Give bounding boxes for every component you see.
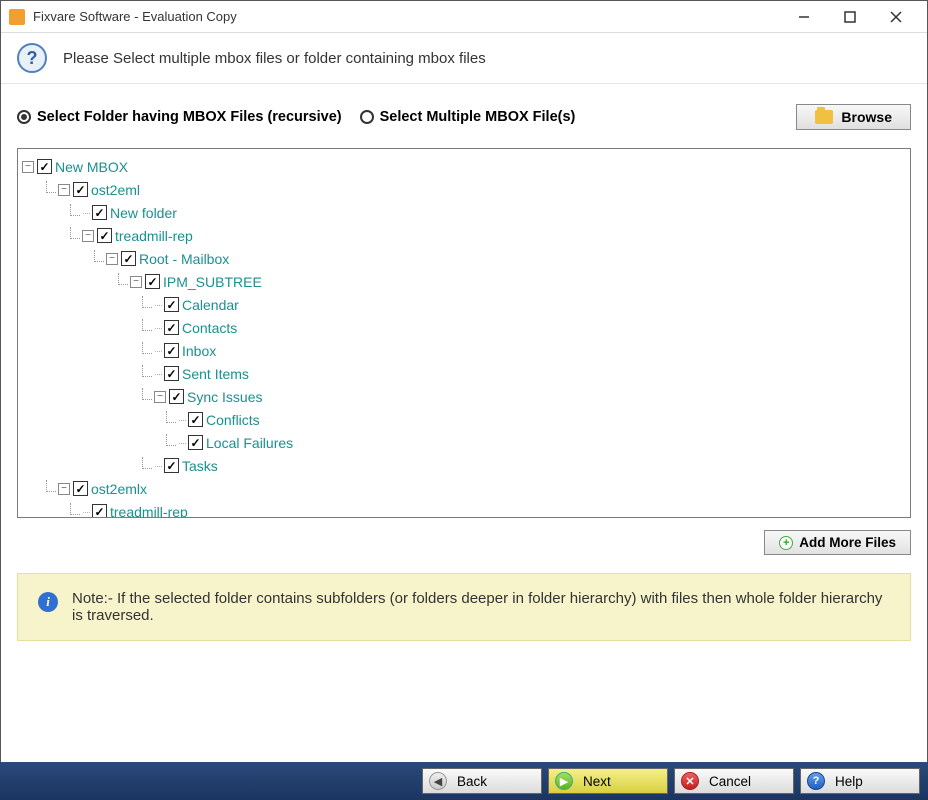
tree-label[interactable]: Root - Mailbox bbox=[139, 251, 229, 267]
tree-checkbox[interactable] bbox=[121, 251, 136, 266]
tree-label[interactable]: Calendar bbox=[182, 297, 239, 313]
tree-label[interactable]: Local Failures bbox=[206, 435, 293, 451]
tree-label[interactable]: New folder bbox=[110, 205, 177, 221]
tree-node: ····treadmill-rep bbox=[70, 500, 906, 518]
next-label: Next bbox=[583, 774, 611, 789]
tree-node: − ost2emlx ····treadmill-rep bbox=[46, 477, 906, 518]
add-more-label: Add More Files bbox=[799, 535, 896, 550]
next-arrow-icon: ▶ bbox=[555, 772, 573, 790]
radio-folder-label: Select Folder having MBOX Files (recursi… bbox=[37, 109, 342, 125]
tree-node: −ost2eml····New folder−treadmill-rep−Roo… bbox=[46, 178, 906, 477]
close-icon bbox=[890, 11, 902, 23]
tree-checkbox[interactable] bbox=[188, 435, 203, 450]
tree-checkbox[interactable] bbox=[37, 159, 52, 174]
help-label: Help bbox=[835, 774, 863, 789]
tree-node: ····Local Failures bbox=[166, 431, 906, 454]
tree-checkbox[interactable] bbox=[97, 228, 112, 243]
instruction-bar: ? Please Select multiple mbox files or f… bbox=[1, 33, 927, 84]
tree-node: ····Tasks bbox=[142, 454, 906, 477]
question-icon: ? bbox=[17, 43, 47, 73]
tree-label[interactable]: treadmill-rep bbox=[115, 228, 193, 244]
tree-label[interactable]: Conflicts bbox=[206, 412, 260, 428]
tree-node: −IPM_SUBTREE····Calendar····Contacts····… bbox=[118, 270, 906, 477]
cancel-label: Cancel bbox=[709, 774, 751, 789]
tree-label[interactable]: Inbox bbox=[182, 343, 216, 359]
tree-checkbox[interactable] bbox=[164, 297, 179, 312]
tree-toggle[interactable]: − bbox=[58, 184, 70, 196]
info-icon: i bbox=[38, 592, 58, 612]
tree-label[interactable]: ost2emlx bbox=[91, 481, 147, 497]
tree-node: ····Conflicts bbox=[166, 408, 906, 431]
tree-checkbox[interactable] bbox=[169, 389, 184, 404]
tree-checkbox[interactable] bbox=[73, 481, 88, 496]
tree-checkbox[interactable] bbox=[164, 343, 179, 358]
tree-label[interactable]: Contacts bbox=[182, 320, 237, 336]
bottom-bar: ◀ Back ▶ Next ✕ Cancel ? Help bbox=[0, 762, 928, 800]
back-arrow-icon: ◀ bbox=[429, 772, 447, 790]
option-row: Select Folder having MBOX Files (recursi… bbox=[17, 104, 911, 130]
cancel-button[interactable]: ✕ Cancel bbox=[674, 768, 794, 794]
instruction-text: Please Select multiple mbox files or fol… bbox=[63, 50, 486, 67]
tree-node: −New MBOX−ost2eml····New folder−treadmil… bbox=[22, 155, 906, 518]
window-title: Fixvare Software - Evaluation Copy bbox=[33, 9, 781, 24]
maximize-button[interactable] bbox=[827, 1, 873, 33]
back-label: Back bbox=[457, 774, 487, 789]
tree-toggle[interactable]: − bbox=[106, 253, 118, 265]
app-icon bbox=[9, 9, 25, 25]
help-q-icon: ? bbox=[807, 772, 825, 790]
radio-files-label: Select Multiple MBOX File(s) bbox=[380, 109, 576, 125]
tree-toggle[interactable]: − bbox=[154, 391, 166, 403]
tree-checkbox[interactable] bbox=[92, 205, 107, 220]
tree-checkbox[interactable] bbox=[164, 458, 179, 473]
cancel-x-icon: ✕ bbox=[681, 772, 699, 790]
tree-checkbox[interactable] bbox=[73, 182, 88, 197]
tree-label[interactable]: ost2eml bbox=[91, 182, 140, 198]
plus-icon: + bbox=[779, 536, 793, 550]
browse-label: Browse bbox=[841, 109, 892, 125]
tree-checkbox[interactable] bbox=[145, 274, 160, 289]
tree-toggle[interactable]: − bbox=[130, 276, 142, 288]
minimize-button[interactable] bbox=[781, 1, 827, 33]
next-button[interactable]: ▶ Next bbox=[548, 768, 668, 794]
tree-toggle[interactable]: − bbox=[22, 161, 34, 173]
tree-node: ····Inbox bbox=[142, 339, 906, 362]
help-button[interactable]: ? Help bbox=[800, 768, 920, 794]
tree-node: ····New folder bbox=[70, 201, 906, 224]
titlebar: Fixvare Software - Evaluation Copy bbox=[1, 1, 927, 33]
tree-label[interactable]: Sent Items bbox=[182, 366, 249, 382]
minimize-icon bbox=[798, 11, 810, 23]
folder-tree[interactable]: −New MBOX−ost2eml····New folder−treadmil… bbox=[17, 148, 911, 518]
tree-node: − Sync Issues ····Conflicts····Local Failu… bbox=[142, 385, 906, 454]
radio-select-folder[interactable]: Select Folder having MBOX Files (recursi… bbox=[17, 109, 342, 125]
radio-icon bbox=[17, 110, 31, 124]
tree-label[interactable]: Tasks bbox=[182, 458, 218, 474]
add-more-files-button[interactable]: + Add More Files bbox=[764, 530, 911, 555]
folder-icon bbox=[815, 110, 833, 124]
note-box: i Note:- If the selected folder contains… bbox=[17, 573, 911, 641]
tree-node: − treadmill-rep − Root - Mailbox − IPM_SUBTRE… bbox=[70, 224, 906, 477]
note-text: Note:- If the selected folder contains s… bbox=[72, 590, 890, 624]
radio-select-files[interactable]: Select Multiple MBOX File(s) bbox=[360, 109, 576, 125]
tree-checkbox[interactable] bbox=[188, 412, 203, 427]
tree-node: −Root - Mailbox−IPM_SUBTREE····Calendar·… bbox=[94, 247, 906, 477]
tree-node: ····Calendar bbox=[142, 293, 906, 316]
tree-checkbox[interactable] bbox=[164, 320, 179, 335]
back-button[interactable]: ◀ Back bbox=[422, 768, 542, 794]
close-button[interactable] bbox=[873, 1, 919, 33]
tree-toggle[interactable]: − bbox=[82, 230, 94, 242]
radio-icon bbox=[360, 110, 374, 124]
tree-toggle[interactable]: − bbox=[58, 483, 70, 495]
tree-checkbox[interactable] bbox=[92, 504, 107, 518]
browse-button[interactable]: Browse bbox=[796, 104, 911, 130]
tree-label[interactable]: IPM_SUBTREE bbox=[163, 274, 262, 290]
maximize-icon bbox=[844, 11, 856, 23]
tree-label[interactable]: treadmill-rep bbox=[110, 504, 188, 519]
tree-checkbox[interactable] bbox=[164, 366, 179, 381]
tree-label[interactable]: New MBOX bbox=[55, 159, 128, 175]
tree-node: ····Contacts bbox=[142, 316, 906, 339]
tree-label[interactable]: Sync Issues bbox=[187, 389, 262, 405]
tree-node: ····Sent Items bbox=[142, 362, 906, 385]
